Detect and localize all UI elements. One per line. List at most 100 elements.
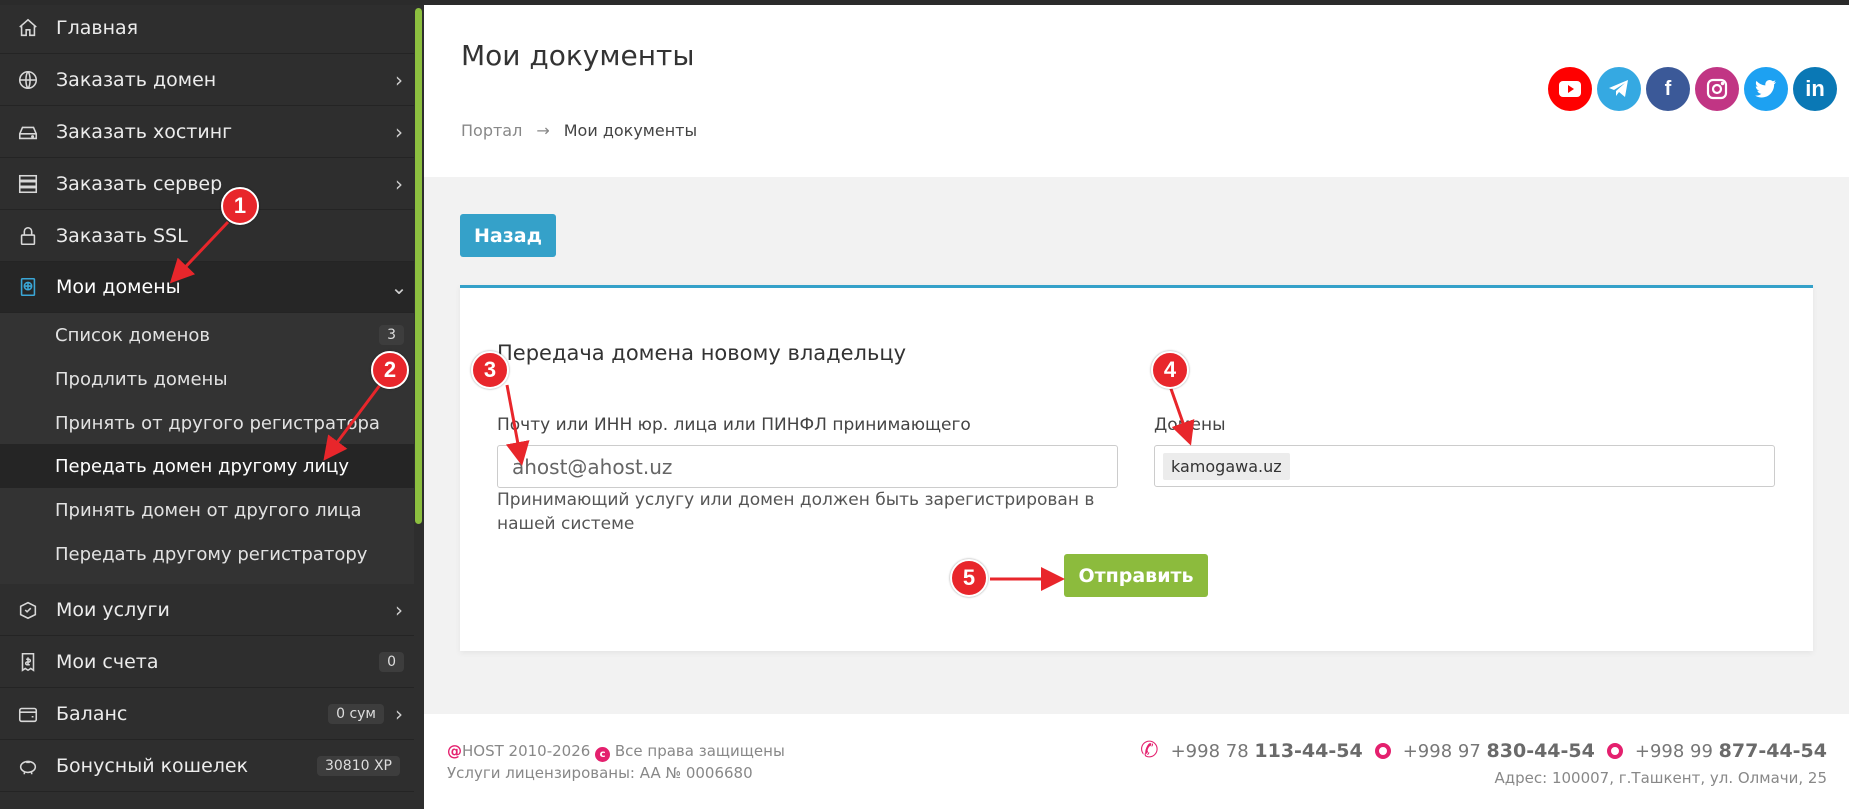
- phone-2[interactable]: +998 97 830-44-54: [1403, 740, 1595, 762]
- services-box-icon: [0, 599, 56, 621]
- sidebar-item-my-invoices[interactable]: Мои счета 0: [0, 637, 414, 688]
- balance-badge: 0 сум: [328, 704, 384, 724]
- domain-book-icon: [0, 276, 56, 298]
- submenu-label: Передать домен другому лицу: [55, 455, 350, 477]
- card-title: Передача домена новому владельцу: [497, 341, 907, 365]
- lifebuoy-icon: [1374, 742, 1391, 759]
- annotation-marker-2: 2: [371, 351, 409, 389]
- home-icon: [0, 17, 56, 39]
- bonus-badge: 30810 XP: [316, 756, 400, 776]
- server-icon: [0, 173, 56, 195]
- phone-1[interactable]: +998 78 113-44-54: [1171, 740, 1363, 762]
- phone-icon: ✆: [1140, 738, 1159, 763]
- chevron-right-icon: ›: [395, 120, 403, 144]
- sidebar-item-my-services[interactable]: Мои услуги ›: [0, 585, 414, 636]
- sidebar-item-label: Заказать сервер: [56, 173, 223, 195]
- footer-contacts: ✆ +998 78 113-44-54 +998 97 830-44-54 +9…: [1140, 738, 1827, 787]
- lock-icon: [0, 225, 56, 247]
- sidebar-item-label: Заказать SSL: [56, 225, 188, 247]
- page-title: Мои документы: [461, 39, 695, 72]
- domain-tag[interactable]: kamogawa.uz: [1163, 452, 1290, 480]
- submenu-item-accept-from-registrar[interactable]: Принять от другого регистратора: [0, 401, 414, 445]
- chevron-right-icon: ›: [395, 68, 403, 92]
- address-text: Адрес: 100007, г.Ташкент, ул. Олмачи, 25: [1494, 769, 1827, 787]
- brand-years: HOST 2010-2026: [462, 742, 591, 760]
- submenu-label: Принять от другого регистратора: [55, 412, 380, 434]
- domains-label: Домены: [1154, 415, 1226, 435]
- recipient-label: Почту или ИНН юр. лица или ПИНФЛ принима…: [497, 415, 971, 435]
- submenu-item-renew-domains[interactable]: Продлить домены: [0, 357, 414, 401]
- submit-button[interactable]: Отправить: [1064, 554, 1208, 597]
- submenu-item-domain-list[interactable]: Список доменов 3: [0, 313, 414, 357]
- breadcrumb-arrow-icon: →: [536, 121, 550, 140]
- my-domains-submenu: Список доменов 3 Продлить домены Принять…: [0, 313, 414, 584]
- submenu-item-transfer-to-person[interactable]: Передать домен другому лицу: [0, 444, 414, 488]
- copyright-text: Все права защищены: [614, 742, 785, 760]
- submenu-label: Список доменов: [55, 324, 211, 346]
- breadcrumb-current: Мои документы: [563, 121, 698, 140]
- hosting-drive-icon: [0, 121, 56, 143]
- copyright-icon: c: [595, 747, 611, 762]
- breadcrumb: Портал → Мои документы: [461, 121, 697, 140]
- sidebar-item-label: Мои домены: [56, 276, 181, 298]
- annotation-marker-3: 3: [471, 351, 509, 389]
- submenu-item-accept-from-person[interactable]: Принять домен от другого лица: [0, 488, 414, 532]
- count-badge: 0: [379, 652, 404, 672]
- youtube-icon[interactable]: [1548, 67, 1592, 111]
- sidebar-item-order-server[interactable]: Заказать сервер ›: [0, 159, 414, 210]
- sidebar-scrollbar[interactable]: [415, 8, 422, 524]
- sidebar-item-label: Бонусный кошелек: [56, 755, 249, 777]
- sidebar: Главная Заказать домен › Заказать хостин…: [0, 0, 424, 809]
- facebook-icon[interactable]: f: [1646, 67, 1690, 111]
- annotation-marker-4: 4: [1151, 351, 1189, 389]
- lifebuoy-icon: [1606, 742, 1623, 759]
- social-links: f in: [1548, 67, 1837, 111]
- piggy-bank-icon: [0, 755, 56, 777]
- top-strip: [0, 0, 1849, 5]
- wallet-icon: [0, 703, 56, 725]
- submenu-item-transfer-to-registrar[interactable]: Передать другому регистратору: [0, 532, 414, 576]
- sidebar-item-label: Мои услуги: [56, 599, 170, 621]
- sidebar-item-label: Мои счета: [56, 651, 159, 673]
- breadcrumb-home-link[interactable]: Портал: [461, 121, 522, 140]
- count-badge: 3: [379, 325, 404, 345]
- back-button[interactable]: Назад: [460, 214, 556, 257]
- recipient-input[interactable]: ahost@ahost.uz: [497, 445, 1118, 488]
- page-header: Мои документы Портал → Мои документы f i…: [424, 5, 1849, 177]
- license-text: Услуги лицензированы: AA № 0006680: [447, 764, 753, 782]
- annotation-marker-1: 1: [221, 187, 259, 225]
- chevron-right-icon: ›: [395, 172, 403, 196]
- instagram-icon[interactable]: [1695, 67, 1739, 111]
- phone-3[interactable]: +998 99 877-44-54: [1635, 740, 1827, 762]
- sidebar-item-my-domains[interactable]: Мои домены ⌄: [0, 262, 414, 313]
- footer-copyright: @HOST 2010-2026 c Все права защищены Усл…: [447, 740, 785, 784]
- transfer-domain-card: Передача домена новому владельцу Почту и…: [460, 285, 1813, 651]
- chevron-right-icon: ›: [395, 702, 403, 726]
- sidebar-item-order-ssl[interactable]: Заказать SSL: [0, 211, 414, 262]
- submenu-label: Продлить домены: [55, 368, 228, 390]
- telegram-icon[interactable]: [1597, 67, 1641, 111]
- chevron-down-icon: ⌄: [390, 275, 408, 299]
- sidebar-item-order-domain[interactable]: Заказать домен ›: [0, 55, 414, 106]
- submenu-label: Передать другому регистратору: [55, 543, 368, 565]
- submenu-label: Принять домен от другого лица: [55, 499, 362, 521]
- page-footer: @HOST 2010-2026 c Все права защищены Усл…: [424, 714, 1849, 809]
- domains-input[interactable]: kamogawa.uz: [1154, 445, 1775, 487]
- invoice-icon: [0, 651, 56, 673]
- chevron-right-icon: ›: [395, 598, 403, 622]
- sidebar-item-home[interactable]: Главная: [0, 3, 414, 54]
- brand-at-symbol: @: [447, 742, 462, 760]
- sidebar-item-label: Заказать домен: [56, 69, 217, 91]
- recipient-help-text: Принимающий услугу или домен должен быть…: [497, 490, 1095, 534]
- sidebar-item-balance[interactable]: Баланс 0 сум ›: [0, 689, 414, 740]
- annotation-marker-5: 5: [950, 559, 988, 597]
- sidebar-item-order-hosting[interactable]: Заказать хостинг ›: [0, 107, 414, 158]
- sidebar-item-bonus-wallet[interactable]: Бонусный кошелек 30810 XP: [0, 741, 414, 792]
- sidebar-item-label: Заказать хостинг: [56, 121, 233, 143]
- linkedin-icon[interactable]: in: [1793, 67, 1837, 111]
- globe-icon: [0, 69, 56, 91]
- sidebar-item-label: Главная: [56, 17, 139, 39]
- twitter-icon[interactable]: [1744, 67, 1788, 111]
- recipient-input-value: ahost@ahost.uz: [512, 454, 673, 479]
- phone-list: ✆ +998 78 113-44-54 +998 97 830-44-54 +9…: [1140, 738, 1827, 763]
